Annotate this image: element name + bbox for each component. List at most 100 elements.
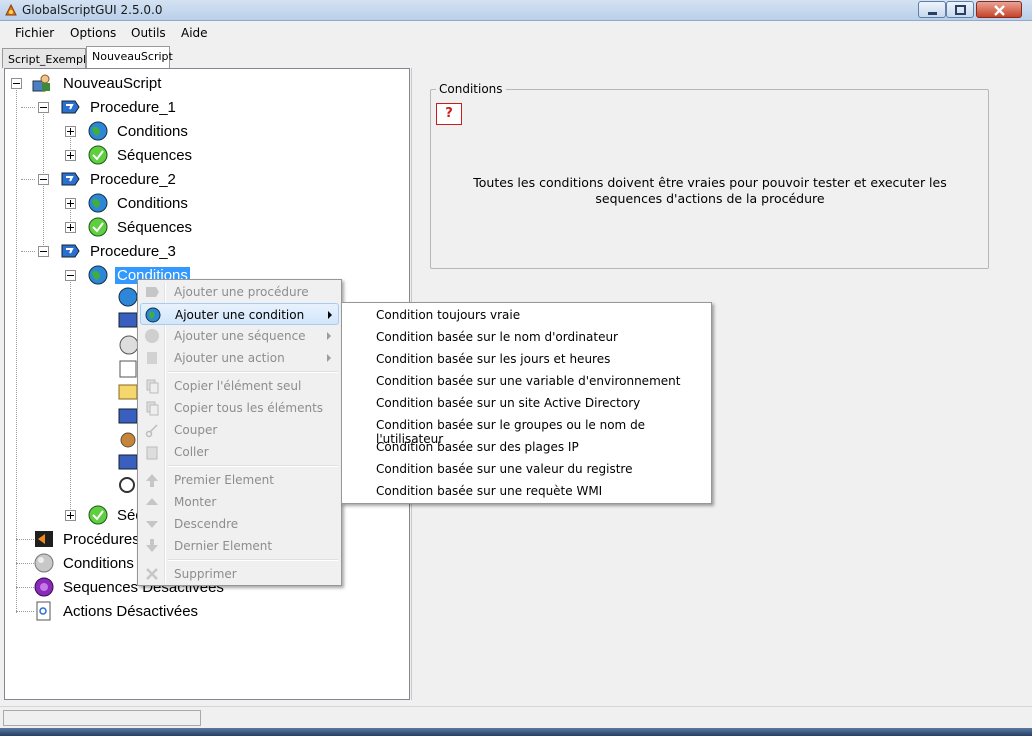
- arrow-up-icon: [146, 498, 158, 505]
- conditions-description: Toutes les conditions doivent être vraie…: [440, 175, 980, 207]
- paste-icon: [146, 446, 158, 460]
- title-bar: GlobalScriptGUI 2.5.0.0: [0, 0, 1032, 21]
- menu-item-copy-single[interactable]: Copier l'élément seul: [140, 375, 339, 397]
- user-computer-icon: [32, 74, 50, 92]
- scissors-icon: [145, 424, 158, 438]
- submenu-arrow-icon: [327, 332, 331, 340]
- help-icon[interactable]: ?: [436, 103, 462, 125]
- document-search-icon: [36, 601, 51, 621]
- menu-item-add-action[interactable]: Ajouter une action: [140, 347, 339, 369]
- submenu-condition-wmi[interactable]: Condition basée sur une requète WMI: [376, 484, 602, 498]
- tree-label: Conditions: [63, 555, 134, 572]
- disabled-procedure-icon: [35, 531, 53, 547]
- minimize-button[interactable]: [918, 1, 946, 18]
- restore-icon: [955, 5, 966, 15]
- expand-sequences-1-toggle[interactable]: [65, 150, 76, 161]
- menu-item-copy-all[interactable]: Copier tous les éléments: [140, 397, 339, 419]
- description-line-1: Toutes les conditions doivent être vraie…: [473, 175, 947, 190]
- procedure-icon: [61, 244, 80, 258]
- tree-label: Procedure_3: [90, 243, 176, 260]
- purple-sequence-icon: [34, 577, 54, 597]
- tree-label: Conditions: [117, 123, 188, 140]
- menu-item-move-last[interactable]: Dernier Element: [140, 535, 339, 557]
- menu-fichier[interactable]: Fichier: [15, 26, 54, 40]
- taskbar: [0, 728, 1032, 736]
- tree-label: Actions Désactivées: [63, 603, 199, 620]
- window-edge-strip: [1021, 46, 1032, 706]
- arrow-top-icon: [146, 474, 158, 487]
- globe-icon: [88, 265, 108, 285]
- submenu-condition-always-true[interactable]: Condition toujours vraie: [376, 308, 520, 322]
- procedure-icon: [146, 287, 159, 297]
- sequence-icon: [88, 217, 108, 237]
- menu-item-move-first[interactable]: Premier Element: [140, 469, 339, 491]
- grey-globe-icon: [34, 553, 54, 573]
- procedure-icon: [61, 172, 80, 186]
- copy-icon: [146, 379, 159, 394]
- expand-conditions-2-toggle[interactable]: [65, 198, 76, 209]
- expand-sequences-3-toggle[interactable]: [65, 510, 76, 521]
- sequence-icon: [88, 145, 108, 165]
- context-menu: Ajouter une procédure Ajouter une condit…: [137, 279, 342, 586]
- menu-item-move-up[interactable]: Monter: [140, 491, 339, 513]
- collapse-procedure-3-toggle[interactable]: [38, 246, 49, 257]
- menu-item-move-down[interactable]: Descendre: [140, 513, 339, 535]
- sequence-icon: [88, 505, 108, 525]
- submenu-condition-ip-ranges[interactable]: Condition basée sur des plages IP: [376, 440, 579, 454]
- arrow-bottom-icon: [146, 539, 158, 552]
- conditions-group-title: Conditions: [436, 82, 506, 96]
- procedure-icon: [61, 100, 80, 114]
- expand-conditions-1-toggle[interactable]: [65, 126, 76, 137]
- tree-label: Séquences: [117, 147, 193, 164]
- menu-item-add-condition[interactable]: Ajouter une condition: [140, 303, 339, 325]
- close-icon: [994, 5, 1005, 16]
- submenu-condition-computer-name[interactable]: Condition basée sur le nom d'ordinateur: [376, 330, 618, 344]
- submenu-arrow-icon: [327, 354, 331, 362]
- menu-aide[interactable]: Aide: [181, 26, 208, 40]
- arrow-down-icon: [146, 521, 158, 528]
- submenu-condition-registry[interactable]: Condition basée sur une valeur du regist…: [376, 462, 632, 476]
- tree-label: Conditions: [117, 195, 188, 212]
- minimize-icon: [928, 12, 937, 15]
- app-logo-icon: [5, 3, 17, 16]
- submenu-arrow-icon: [328, 311, 332, 319]
- action-icon: [147, 352, 157, 364]
- description-line-2: sequences d'actions de la procédure: [595, 191, 825, 206]
- menu-item-add-sequence[interactable]: Ajouter une séquence: [140, 325, 339, 347]
- submenu-condition-env-variable[interactable]: Condition basée sur une variable d'envir…: [376, 374, 680, 388]
- copy-all-icon: [146, 401, 159, 416]
- tree-label: Procedure_1: [90, 99, 176, 116]
- tab-strip: Script_Exemple NouveauScript: [0, 46, 1032, 68]
- menu-item-cut[interactable]: Couper: [140, 419, 339, 441]
- globe-icon: [88, 193, 108, 213]
- tree-label: Séquences: [117, 219, 193, 236]
- globe-icon: [88, 121, 108, 141]
- expand-sequences-2-toggle[interactable]: [65, 222, 76, 233]
- close-button[interactable]: [976, 1, 1022, 18]
- tree-label: Procédures: [63, 531, 140, 548]
- sequence-icon: [145, 329, 159, 343]
- menu-options[interactable]: Options: [70, 26, 116, 40]
- collapse-procedure-2-toggle[interactable]: [38, 174, 49, 185]
- collapse-root-toggle[interactable]: [11, 78, 22, 89]
- submenu-condition-days-hours[interactable]: Condition basée sur les jours et heures: [376, 352, 610, 366]
- tab-script-exemple[interactable]: Script_Exemple: [2, 48, 93, 68]
- tab-nouveau-script[interactable]: NouveauScript: [86, 46, 173, 68]
- menu-bar: Fichier Options Outils Aide: [0, 22, 1032, 44]
- status-field: [3, 710, 201, 726]
- collapse-conditions-3-toggle[interactable]: [65, 270, 76, 281]
- delete-icon: [146, 568, 158, 580]
- collapse-procedure-1-toggle[interactable]: [38, 102, 49, 113]
- menu-item-paste[interactable]: Coller: [140, 441, 339, 463]
- tree-label: NouveauScript: [63, 75, 162, 92]
- tree-label: Procedure_2: [90, 171, 176, 188]
- globe-icon: [145, 307, 161, 323]
- add-condition-submenu: Condition toujours vraie Condition basée…: [341, 302, 712, 504]
- status-bar: [0, 706, 1032, 728]
- menu-item-delete[interactable]: Supprimer: [140, 563, 339, 585]
- submenu-condition-ad-site[interactable]: Condition basée sur un site Active Direc…: [376, 396, 640, 410]
- restore-button[interactable]: [946, 1, 974, 18]
- menu-item-add-procedure[interactable]: Ajouter une procédure: [140, 281, 339, 303]
- menu-outils[interactable]: Outils: [131, 26, 166, 40]
- window-title: GlobalScriptGUI 2.5.0.0: [22, 3, 163, 17]
